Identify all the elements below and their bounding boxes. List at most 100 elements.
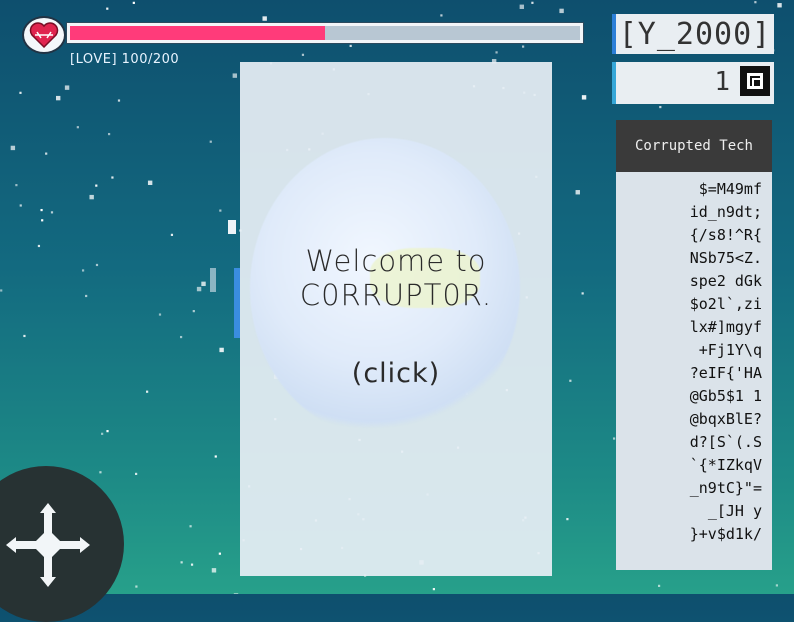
star (170, 233, 174, 236)
tech-line: lx#]mgyf (689, 318, 762, 336)
star (612, 437, 616, 440)
star (196, 286, 202, 292)
star (754, 1, 757, 4)
tech-line: +Fj1Y\q (698, 341, 762, 359)
dpad-right-icon[interactable] (60, 537, 90, 553)
star (101, 432, 104, 435)
star (180, 561, 183, 564)
star (132, 1, 135, 4)
star (440, 14, 443, 17)
star (19, 204, 22, 207)
dpad-icon[interactable] (6, 503, 90, 587)
star (41, 219, 44, 222)
star (19, 91, 22, 94)
star (89, 194, 94, 200)
star (349, 44, 352, 48)
star (179, 335, 183, 339)
star (575, 190, 580, 195)
heart-icon (29, 22, 59, 48)
star (566, 518, 569, 521)
glitch-artifact (228, 220, 236, 234)
star (15, 184, 18, 187)
star (135, 472, 138, 476)
star (559, 8, 564, 14)
star (214, 455, 217, 458)
star (106, 430, 109, 433)
click-hint: (click) (351, 358, 441, 389)
dpad-left-icon[interactable] (6, 537, 36, 553)
welcome-text: Welcome to C0RRUPT0R. (240, 244, 552, 312)
star (581, 292, 584, 295)
tech-line: d?[S`(.S (689, 433, 762, 451)
welcome-panel[interactable]: Welcome to C0RRUPT0R. (click) (240, 62, 552, 576)
dpad-up-icon[interactable] (40, 503, 56, 533)
star (10, 145, 16, 151)
star (775, 584, 778, 587)
star (218, 552, 221, 555)
tech-line: _[JH y (707, 502, 762, 520)
star (37, 244, 41, 248)
star (569, 379, 572, 382)
tech-line: id_n9dt; (689, 203, 762, 221)
tech-lines: $=M49mf id_n9dt; {/s8!^R{NSb75<Z. spe2 dGk $… (616, 172, 772, 546)
love-bar (66, 22, 584, 44)
tech-line: @Gb5$1 1 (689, 387, 762, 405)
dpad-down-icon[interactable] (40, 557, 56, 587)
tech-line: spe2 dGk (689, 272, 762, 290)
star (147, 180, 153, 185)
star (201, 281, 206, 287)
star (95, 184, 98, 187)
star (522, 45, 525, 48)
love-track (70, 26, 580, 40)
star (301, 53, 305, 56)
tech-line: _n9tC}"= (689, 479, 762, 497)
star (432, 588, 435, 591)
star (211, 568, 217, 573)
tech-line: $=M49mf (698, 180, 762, 198)
star (209, 140, 212, 143)
cube-counter[interactable]: 1 (612, 62, 774, 104)
star (531, 1, 534, 4)
star (146, 390, 149, 393)
star (107, 132, 111, 136)
star (158, 313, 162, 316)
love-fill (70, 26, 325, 40)
star (262, 16, 267, 21)
cube-count: 1 (714, 67, 730, 97)
year-display: [Y_2000] (612, 14, 774, 54)
love-label: [LOVE] 100/200 (70, 52, 180, 67)
star (111, 176, 114, 179)
star (117, 99, 121, 102)
year-text: [Y_2000] (618, 16, 772, 52)
star (219, 209, 222, 212)
tech-line: `{*IZkqV (689, 456, 762, 474)
tech-line: @bqxBlE? (689, 410, 762, 428)
welcome-line: Welcome to C0RRUPT0R. (300, 244, 492, 312)
star (85, 294, 88, 298)
star (40, 208, 43, 212)
tech-title: Corrupted Tech (616, 120, 772, 172)
star (81, 269, 85, 272)
star (23, 334, 26, 338)
tech-line: ?eIF{'HA (689, 364, 762, 382)
star (95, 263, 99, 267)
tech-line: {/s8!^R{ (689, 226, 762, 244)
star (189, 525, 192, 528)
star (657, 584, 661, 587)
tech-line: NSb75<Z. (689, 249, 762, 267)
glitch-artifact (210, 268, 216, 292)
tech-line: }+v$d1k/ (689, 525, 762, 543)
star (519, 4, 525, 9)
star (99, 471, 102, 474)
star (192, 310, 195, 313)
cube-icon (740, 66, 770, 96)
star (64, 85, 70, 90)
tech-panel[interactable]: Corrupted Tech $=M49mf id_n9dt; {/s8!^R{ NS… (616, 120, 772, 570)
star (777, 3, 782, 8)
star (0, 289, 3, 292)
dpad-center-icon (32, 529, 64, 561)
star (495, 51, 498, 54)
heart-badge (22, 16, 66, 54)
star (659, 105, 662, 109)
star (45, 152, 48, 155)
